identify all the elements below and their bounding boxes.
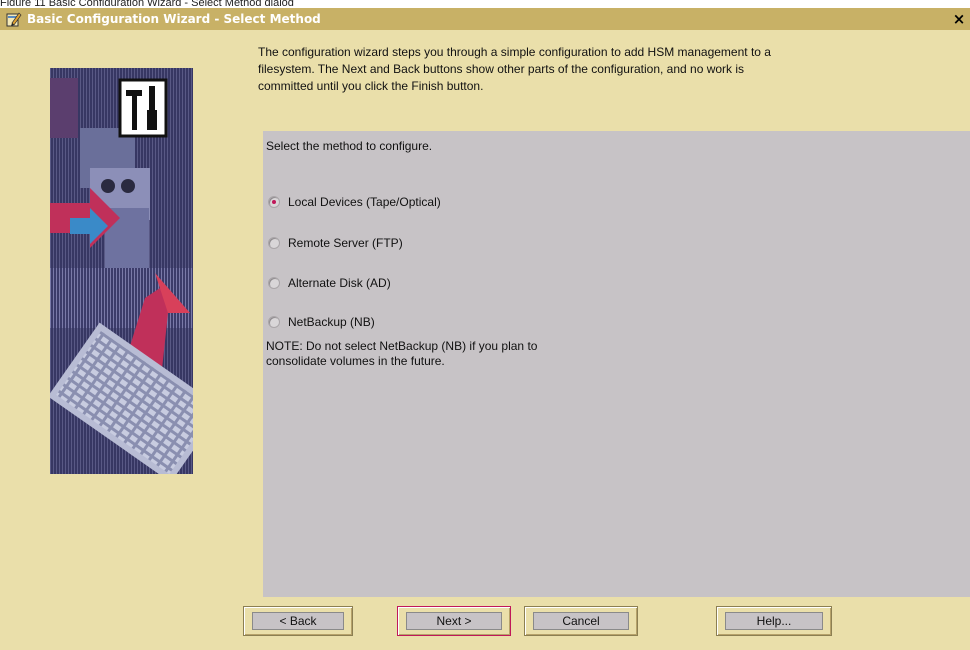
wizard-pencil-icon bbox=[6, 11, 22, 27]
intro-text: The configuration wizard steps you throu… bbox=[258, 45, 771, 93]
wizard-window: Basic Configuration Wizard - Select Meth… bbox=[0, 8, 970, 650]
method-panel: Select the method to configure. Local De… bbox=[263, 131, 970, 597]
help-button[interactable]: Help... bbox=[716, 606, 832, 636]
option-remote-server[interactable]: Remote Server (FTP) bbox=[268, 234, 403, 252]
title-bar[interactable]: Basic Configuration Wizard - Select Meth… bbox=[0, 8, 970, 30]
back-button[interactable]: < Back bbox=[243, 606, 353, 636]
radio-button[interactable] bbox=[268, 196, 280, 208]
netbackup-note: NOTE: Do not select NetBackup (NB) if yo… bbox=[266, 339, 538, 368]
next-button[interactable]: Next > bbox=[397, 606, 511, 636]
option-netbackup[interactable]: NetBackup (NB) bbox=[268, 313, 375, 331]
cancel-button[interactable]: Cancel bbox=[524, 606, 638, 636]
radio-button[interactable] bbox=[268, 316, 280, 328]
close-button[interactable]: × bbox=[951, 11, 967, 27]
option-alternate-disk[interactable]: Alternate Disk (AD) bbox=[268, 274, 391, 292]
cropped-document-caption: Figure 11 Basic Configuration Wizard - S… bbox=[0, 0, 294, 6]
option-local-devices[interactable]: Local Devices (Tape/Optical) bbox=[268, 193, 441, 211]
window-title: Basic Configuration Wizard - Select Meth… bbox=[27, 12, 321, 26]
radio-button[interactable] bbox=[268, 277, 280, 289]
wizard-side-illustration bbox=[50, 68, 193, 474]
panel-prompt: Select the method to configure. bbox=[266, 139, 433, 153]
radio-button[interactable] bbox=[268, 237, 280, 249]
